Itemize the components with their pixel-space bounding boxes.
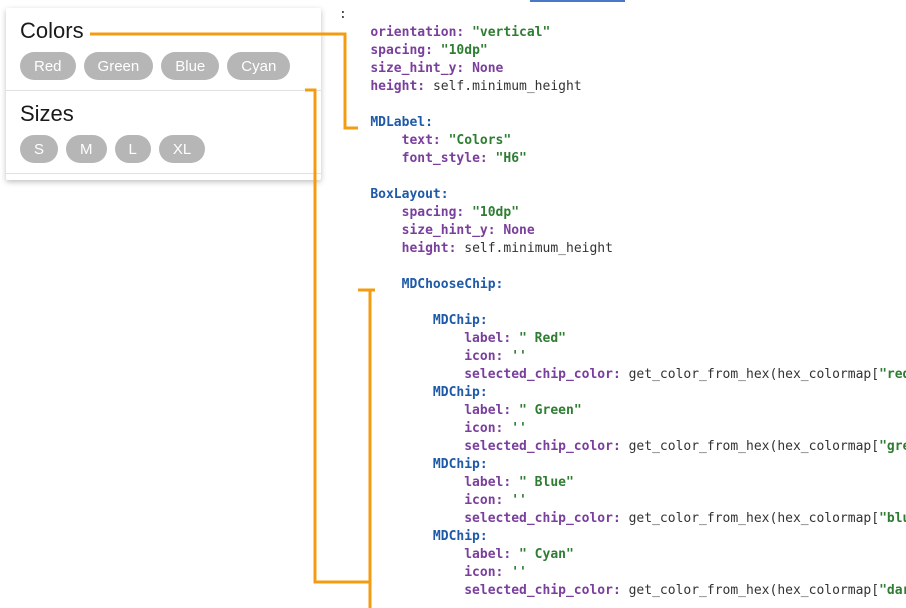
chip-cyan[interactable]: Cyan bbox=[227, 52, 290, 80]
chip-s[interactable]: S bbox=[20, 135, 58, 163]
chip-red[interactable]: Red bbox=[20, 52, 76, 80]
code-pane: : orientation: "vertical" spacing: "10dp… bbox=[327, 0, 906, 608]
chip-green[interactable]: Green bbox=[84, 52, 154, 80]
sizes-title: Sizes bbox=[6, 91, 321, 135]
sizes-chip-row: S M L XL bbox=[6, 135, 321, 173]
preview-pane: Colors Red Green Blue Cyan Sizes S M L X… bbox=[0, 0, 327, 608]
divider bbox=[6, 173, 321, 174]
chip-blue[interactable]: Blue bbox=[161, 52, 219, 80]
code-block: : orientation: "vertical" spacing: "10dp… bbox=[339, 6, 906, 600]
colors-chip-row: Red Green Blue Cyan bbox=[6, 52, 321, 90]
preview-card: Colors Red Green Blue Cyan Sizes S M L X… bbox=[6, 8, 321, 180]
chip-m[interactable]: M bbox=[66, 135, 107, 163]
colors-title: Colors bbox=[6, 8, 321, 52]
chip-l[interactable]: L bbox=[115, 135, 151, 163]
chip-xl[interactable]: XL bbox=[159, 135, 205, 163]
